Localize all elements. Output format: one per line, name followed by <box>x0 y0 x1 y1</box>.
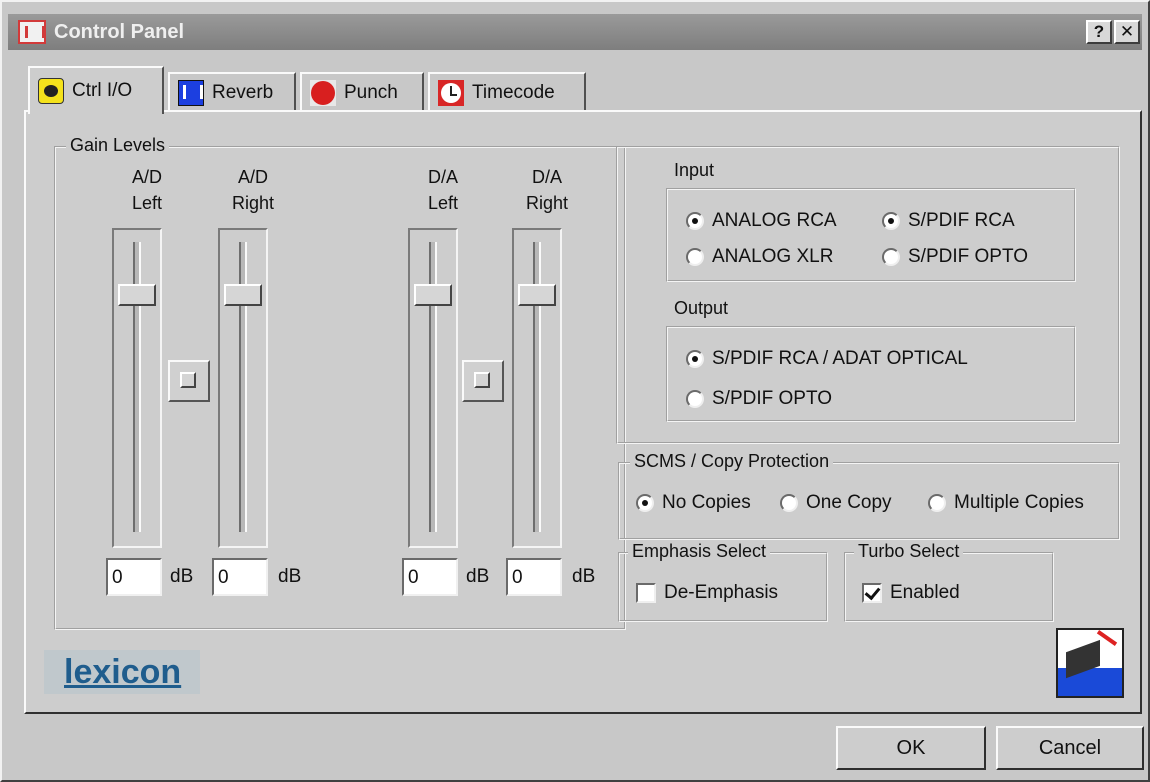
device-logo-icon <box>1056 628 1124 698</box>
de-emphasis-checkbox[interactable]: De-Emphasis <box>636 582 778 604</box>
radio-icon <box>882 248 900 266</box>
slider-thumb[interactable] <box>518 284 556 306</box>
radio-icon <box>636 494 654 512</box>
tab-punch[interactable]: Punch <box>300 72 424 112</box>
radio-spdif-opto[interactable]: S/PDIF OPTO <box>882 246 1028 268</box>
radio-icon <box>780 494 798 512</box>
tab-reverb[interactable]: Reverb <box>168 72 296 112</box>
radio-output-spdif-adat[interactable]: S/PDIF RCA / ADAT OPTICAL <box>686 348 968 370</box>
radio-icon <box>686 248 704 266</box>
window-title: Control Panel <box>54 21 185 43</box>
radio-no-copies[interactable]: No Copies <box>636 492 751 514</box>
db-unit: dB <box>572 566 596 587</box>
lexicon-logo: lexicon <box>44 650 200 694</box>
face-icon <box>38 78 64 104</box>
slider-thumb[interactable] <box>414 284 452 306</box>
slider-thumb[interactable] <box>224 284 262 306</box>
tab-ctrl-io[interactable]: Ctrl I/O <box>28 66 164 114</box>
turbo-group: Turbo Select Enabled <box>844 541 1054 622</box>
ad-right-slider[interactable] <box>218 228 268 548</box>
close-button[interactable]: ✕ <box>1114 20 1140 44</box>
da-left-db-input[interactable]: 0 <box>402 558 458 596</box>
checkbox-icon <box>862 583 882 603</box>
db-unit: dB <box>278 566 302 587</box>
radio-icon <box>882 212 900 230</box>
radio-icon <box>686 390 704 408</box>
reverb-icon <box>178 80 204 106</box>
control-panel-window: Control Panel ? ✕ Ctrl I/O Reverb Punch … <box>0 0 1150 782</box>
scms-legend: SCMS / Copy Protection <box>630 451 834 472</box>
radio-icon <box>686 350 704 368</box>
ad-left-label: A/D Left <box>131 167 163 213</box>
tab-label: Reverb <box>212 82 274 103</box>
da-link-button[interactable] <box>462 360 504 402</box>
ad-left-slider[interactable] <box>112 228 162 548</box>
tab-timecode[interactable]: Timecode <box>428 72 586 112</box>
da-left-slider[interactable] <box>408 228 458 548</box>
ad-link-button[interactable] <box>168 360 210 402</box>
clock-icon <box>438 80 464 106</box>
io-group: Input ANALOG RCA S/PDIF RCA ANALOG XLR S… <box>616 146 1120 444</box>
radio-output-spdif-opto[interactable]: S/PDIF OPTO <box>686 388 832 410</box>
db-unit: dB <box>466 566 490 587</box>
da-right-label: D/A Right <box>525 167 569 213</box>
link-icon <box>180 372 196 388</box>
cancel-button[interactable]: Cancel <box>996 726 1144 770</box>
output-legend: Output <box>674 298 729 318</box>
db-unit: dB <box>170 566 194 587</box>
ad-right-label: A/D Right <box>231 167 275 213</box>
radio-icon <box>928 494 946 512</box>
radio-analog-rca[interactable]: ANALOG RCA <box>686 210 837 232</box>
radio-icon <box>686 212 704 230</box>
help-button[interactable]: ? <box>1086 20 1112 44</box>
output-options: S/PDIF RCA / ADAT OPTICAL S/PDIF OPTO <box>666 326 1076 422</box>
ad-left-db-input[interactable]: 0 <box>106 558 162 596</box>
input-options: ANALOG RCA S/PDIF RCA ANALOG XLR S/PDIF … <box>666 188 1076 282</box>
tab-label: Timecode <box>472 82 555 103</box>
radio-multiple-copies[interactable]: Multiple Copies <box>928 492 1084 514</box>
checkbox-icon <box>636 583 656 603</box>
link-icon <box>474 372 490 388</box>
da-left-label: D/A Left <box>427 167 459 213</box>
da-right-slider[interactable] <box>512 228 562 548</box>
app-icon <box>18 20 46 44</box>
tab-label: Ctrl I/O <box>72 80 133 101</box>
gain-levels-group: Gain Levels A/D Left A/D Right D/A Left D/A… <box>54 135 626 630</box>
scms-group: SCMS / Copy Protection No Copies One Cop… <box>618 451 1120 540</box>
radio-analog-xlr[interactable]: ANALOG XLR <box>686 246 833 268</box>
ctrl-io-panel: Gain Levels A/D Left A/D Right D/A Left D/A… <box>24 110 1142 714</box>
ad-right-db-input[interactable]: 0 <box>212 558 268 596</box>
title-bar[interactable]: Control Panel ? ✕ <box>8 14 1142 50</box>
turbo-enabled-checkbox[interactable]: Enabled <box>862 582 960 604</box>
da-right-db-input[interactable]: 0 <box>506 558 562 596</box>
slider-thumb[interactable] <box>118 284 156 306</box>
input-legend: Input <box>674 160 715 180</box>
gain-levels-legend: Gain Levels <box>66 135 170 156</box>
ok-button[interactable]: OK <box>836 726 986 770</box>
radio-spdif-rca[interactable]: S/PDIF RCA <box>882 210 1015 232</box>
emphasis-legend: Emphasis Select <box>628 541 771 562</box>
radio-one-copy[interactable]: One Copy <box>780 492 892 514</box>
tab-label: Punch <box>344 82 398 103</box>
turbo-legend: Turbo Select <box>854 541 964 562</box>
record-icon <box>310 80 336 106</box>
emphasis-group: Emphasis Select De-Emphasis <box>618 541 828 622</box>
